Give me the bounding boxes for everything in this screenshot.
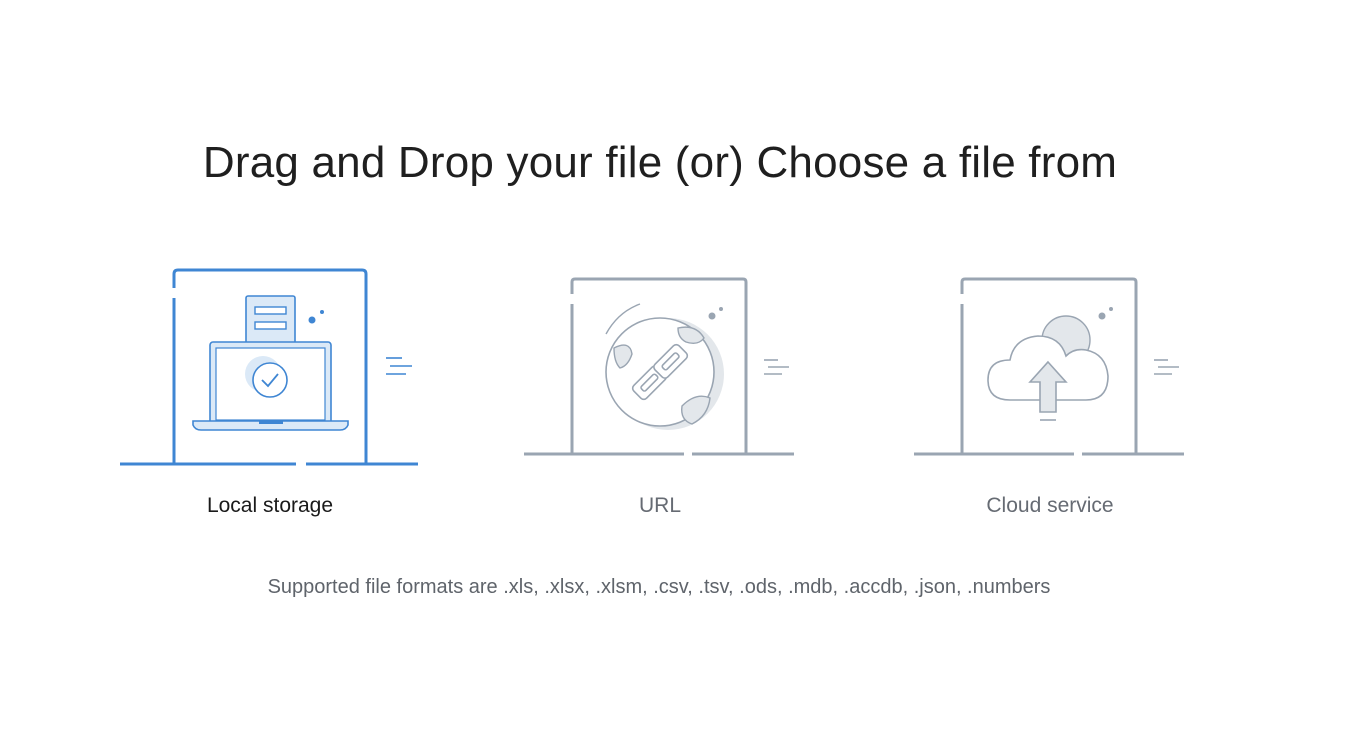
url-label: URL bbox=[638, 494, 681, 517]
url-option[interactable]: URL bbox=[510, 266, 810, 526]
laptop-upload-icon bbox=[120, 268, 418, 466]
supported-formats-text: Supported file formats are .xls, .xlsx, … bbox=[267, 576, 1051, 598]
cloud-service-label: Cloud service bbox=[986, 494, 1114, 517]
file-import-page: Drag and Drop your file (or) Choose a fi… bbox=[0, 0, 1350, 750]
local-storage-label: Local storage bbox=[206, 494, 334, 517]
page-title: Drag and Drop your file (or) Choose a fi… bbox=[202, 138, 1118, 187]
local-storage-option[interactable]: Local storage bbox=[120, 266, 420, 526]
cloud-upload-icon bbox=[914, 277, 1184, 456]
globe-link-icon bbox=[524, 277, 794, 456]
cloud-service-option[interactable]: Cloud service bbox=[900, 266, 1200, 526]
